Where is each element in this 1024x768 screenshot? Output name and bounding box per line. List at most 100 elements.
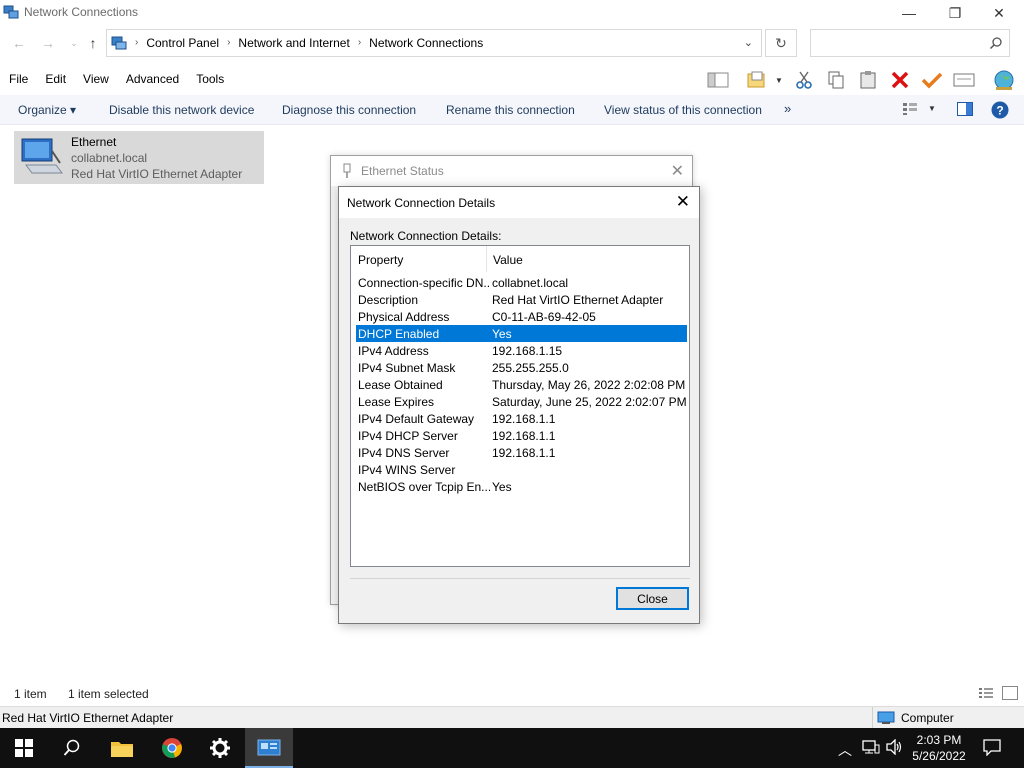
control-panel-taskbar-button[interactable] (245, 728, 293, 768)
list-item[interactable]: Description Red Hat VirtIO Ethernet Adapt… (356, 291, 687, 308)
list-item-value: 192.168.1.1 (492, 429, 556, 443)
breadcrumb-control-panel[interactable]: Control Panel (140, 36, 225, 50)
folders-pane-icon[interactable] (706, 68, 730, 92)
more-commands-button[interactable]: » (784, 101, 791, 116)
view-status-button[interactable]: View status of this connection (604, 103, 762, 117)
forward-arrow-icon[interactable]: → (38, 33, 58, 53)
ethernet-connection-item[interactable]: Ethernet collabnet.local Red Hat VirtIO … (14, 131, 264, 184)
list-item[interactable]: IPv4 Subnet Mask 255.255.255.0 (356, 359, 687, 376)
breadcrumb-network-connections[interactable]: Network Connections (363, 36, 489, 50)
list-item-value (490, 461, 492, 478)
details-list-header: Property Value (351, 246, 689, 272)
back-arrow-icon[interactable]: ← (9, 33, 29, 53)
list-item-value: 255.255.255.0 (492, 361, 569, 375)
details-view-icon[interactable] (978, 686, 994, 700)
preview-pane-icon[interactable] (957, 102, 973, 116)
list-item-value: C0-11-AB-69-42-05 (492, 310, 596, 324)
status-adapter: Red Hat VirtIO Ethernet Adapter (2, 711, 174, 725)
start-button[interactable] (0, 728, 48, 768)
breadcrumb-separator: › (135, 37, 139, 48)
chevron-down-icon[interactable]: ▼ (928, 104, 936, 113)
list-item[interactable]: IPv4 WINS Server (356, 461, 687, 478)
taskbar: ︿ 2:03 PM 5/26/2022 (0, 728, 1024, 768)
breadcrumb-separator: › (227, 37, 231, 48)
list-item[interactable]: Connection-specific DN... collabnet.local (356, 274, 687, 291)
file-explorer-taskbar-button[interactable] (98, 728, 146, 768)
search-input[interactable] (810, 29, 1010, 57)
item-count: 1 item (14, 687, 47, 701)
refresh-icon[interactable]: ↻ (765, 29, 797, 57)
up-arrow-icon[interactable]: ↑ (83, 33, 103, 53)
recent-chevron-icon[interactable]: ⌄ (64, 33, 84, 53)
list-item-property: Connection-specific DN... (358, 276, 490, 290)
clock-date: 5/26/2022 (912, 749, 966, 763)
globe-icon[interactable] (990, 68, 1018, 92)
column-property[interactable]: Property (351, 246, 487, 272)
maximize-button[interactable]: ❐ (932, 0, 978, 26)
chrome-icon (162, 738, 182, 758)
list-item-property: IPv4 Address (358, 344, 429, 358)
connection-name: Ethernet (71, 135, 117, 149)
network-tray-icon[interactable] (862, 739, 880, 758)
details-list[interactable]: Property Value Connection-specific DN...… (350, 245, 690, 567)
folder-options-icon[interactable] (745, 68, 769, 92)
change-view-icon[interactable] (902, 102, 918, 116)
list-item[interactable]: Physical Address C0-11-AB-69-42-05 (356, 308, 687, 325)
breadcrumb-separator: › (357, 37, 362, 48)
list-item[interactable]: IPv4 Address 192.168.1.15 (356, 342, 687, 359)
minimize-button[interactable]: — (886, 0, 932, 26)
search-icon (63, 739, 80, 756)
column-value[interactable]: Value (487, 246, 523, 272)
list-item[interactable]: IPv4 DNS Server 192.168.1.1 (356, 444, 687, 461)
breadcrumb-network-and-internet[interactable]: Network and Internet (232, 36, 355, 50)
list-item[interactable]: IPv4 Default Gateway 192.168.1.1 (356, 410, 687, 427)
settings-taskbar-button[interactable] (196, 728, 244, 768)
list-item[interactable]: NetBIOS over Tcpip En... Yes (356, 478, 687, 495)
menu-tools[interactable]: Tools (187, 68, 232, 92)
search-taskbar-button[interactable] (48, 728, 96, 768)
help-icon[interactable]: ? (991, 101, 1009, 119)
show-hidden-icons-icon[interactable]: ︿ (838, 740, 852, 760)
close-window-button[interactable]: ✕ (976, 0, 1022, 26)
list-item[interactable]: DHCP Enabled Yes (356, 325, 687, 342)
close-button[interactable]: Close (616, 587, 689, 610)
menu-advanced[interactable]: Advanced (117, 68, 187, 92)
menu-bar: File Edit View Advanced Tools (0, 68, 232, 92)
list-item-value: 192.168.1.1 (492, 412, 556, 426)
menu-file[interactable]: File (0, 68, 36, 92)
properties-icon[interactable] (952, 68, 976, 92)
ethernet-status-close-icon[interactable]: ✕ (671, 161, 684, 181)
paste-icon[interactable] (856, 68, 880, 92)
rename-connection-button[interactable]: Rename this connection (446, 103, 575, 117)
windows-logo-icon (15, 739, 33, 757)
control-panel-icon (111, 36, 127, 50)
list-item[interactable]: Lease Obtained Thursday, May 26, 2022 2:0… (356, 376, 687, 393)
disable-device-button[interactable]: Disable this network device (109, 103, 254, 117)
connection-domain: collabnet.local (71, 151, 148, 165)
ethernet-status-title: Ethernet Status (361, 164, 444, 178)
search-icon (989, 37, 1002, 50)
address-bar[interactable]: › Control Panel › Network and Internet ›… (106, 29, 762, 57)
menu-edit[interactable]: Edit (36, 68, 74, 92)
clock[interactable]: 2:03 PM 5/26/2022 (904, 732, 974, 764)
menu-view[interactable]: View (74, 68, 117, 92)
control-panel-icon (257, 739, 281, 756)
address-dropdown-icon[interactable]: ⌄ (744, 36, 753, 49)
breadcrumb: › Control Panel › Network and Internet ›… (133, 36, 489, 50)
diagnose-connection-button[interactable]: Diagnose this connection (282, 103, 416, 117)
checkmark-icon[interactable] (920, 68, 944, 92)
organize-button[interactable]: Organize ▾ (18, 103, 76, 117)
notifications-icon[interactable] (983, 738, 1001, 759)
cut-icon[interactable] (792, 68, 816, 92)
large-icons-view-icon[interactable] (1002, 686, 1018, 700)
chrome-taskbar-button[interactable] (148, 728, 196, 768)
list-item-value: Red Hat VirtIO Ethernet Adapter (492, 293, 664, 307)
volume-icon[interactable] (886, 738, 904, 758)
details-close-icon[interactable]: ✕ (676, 192, 690, 212)
copy-icon[interactable] (824, 68, 848, 92)
chevron-down-icon[interactable]: ▼ (770, 68, 788, 92)
list-item[interactable]: Lease Expires Saturday, June 25, 2022 2:0… (356, 393, 687, 410)
delete-icon[interactable] (888, 68, 912, 92)
list-item[interactable]: IPv4 DHCP Server 192.168.1.1 (356, 427, 687, 444)
list-item-value: 192.168.1.15 (492, 344, 563, 358)
